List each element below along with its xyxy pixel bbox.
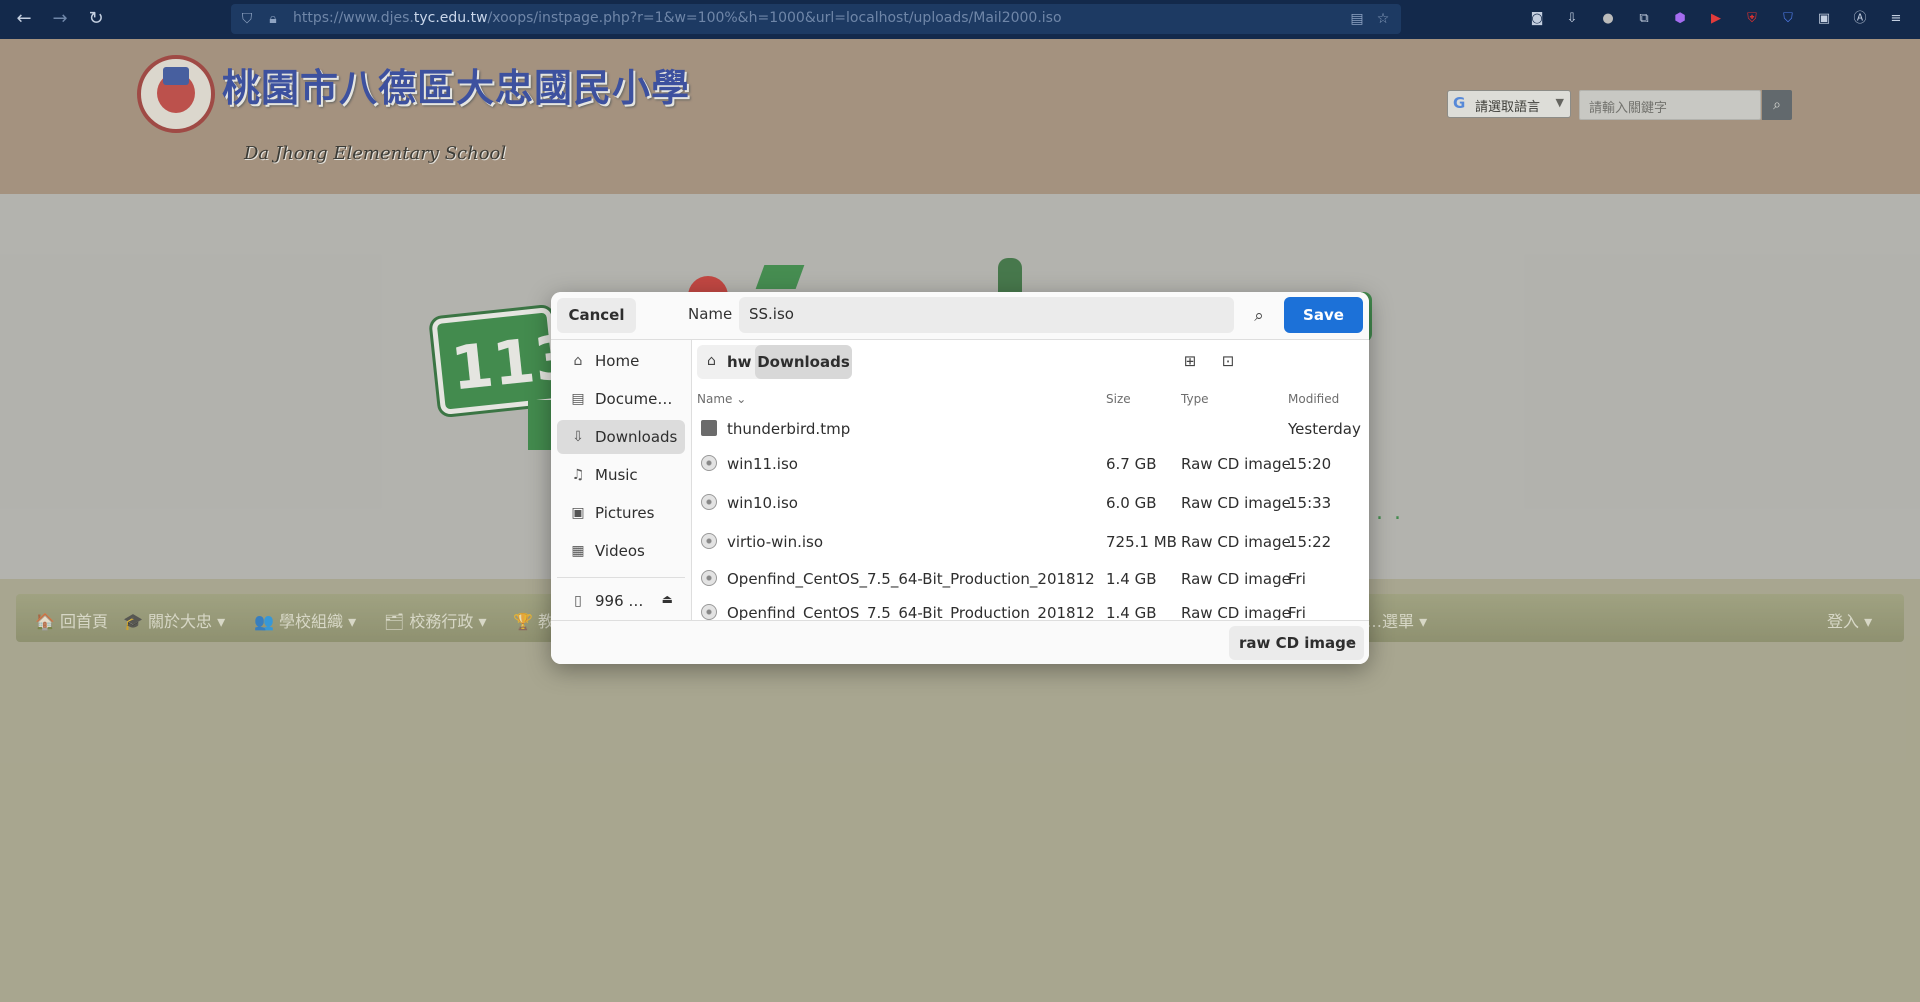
search-icon[interactable]: ⌕ bbox=[1247, 304, 1271, 328]
breadcrumb-home-label: hw bbox=[727, 353, 752, 371]
eject-icon[interactable]: ⏏ bbox=[662, 592, 673, 606]
extension-translate-icon[interactable]: Ⓐ bbox=[1849, 8, 1871, 30]
cancel-button[interactable]: Cancel bbox=[557, 298, 636, 333]
dialog-header: Cancel Name SS.iso ⌕ Save bbox=[551, 292, 1369, 340]
file-type-filter-select[interactable]: raw CD image ⌄ bbox=[1229, 626, 1364, 660]
file-row[interactable]: thunderbird.tmp Yesterday bbox=[692, 413, 1369, 445]
grid-view-icon[interactable]: ⊞ bbox=[1178, 349, 1202, 373]
breadcrumb: ⌂ hw Downloads bbox=[697, 345, 852, 379]
file-size: 1.4 GB bbox=[1106, 570, 1157, 588]
file-modified: Yesterday bbox=[1288, 420, 1361, 438]
reader-view-icon[interactable]: ▤ bbox=[1347, 8, 1367, 30]
file-type: Raw CD image bbox=[1181, 570, 1291, 588]
column-header-modified[interactable]: Modified bbox=[1288, 392, 1339, 406]
downloads-icon[interactable]: ⇩ bbox=[1561, 8, 1583, 30]
file-row[interactable]: win11.iso 6.7 GB Raw CD image 15:20 bbox=[692, 448, 1369, 480]
pocket-icon[interactable]: ◙ bbox=[1526, 8, 1548, 30]
extensions-icon[interactable]: ⧉ bbox=[1633, 8, 1655, 30]
sidebar-item-drive[interactable]: ▯ 996 … ⏏ bbox=[557, 584, 685, 618]
sidebar-item-downloads[interactable]: ⇩ Downloads bbox=[557, 420, 685, 454]
disc-image-icon bbox=[701, 533, 717, 549]
sidebar-divider bbox=[557, 577, 685, 578]
ublock-icon[interactable]: ⛨ bbox=[1741, 8, 1763, 30]
drive-icon: ▯ bbox=[574, 593, 582, 609]
pictures-icon: ▣ bbox=[571, 505, 585, 521]
disc-image-icon bbox=[701, 455, 717, 471]
sidebar-item-videos[interactable]: ▦ Videos bbox=[557, 534, 685, 568]
file-name: thunderbird.tmp bbox=[727, 420, 851, 438]
chevron-down-icon: ⌄ bbox=[1343, 633, 1354, 647]
file-modified: 15:22 bbox=[1288, 533, 1332, 551]
sidebar-item-label: Music bbox=[595, 466, 638, 484]
file-name: virtio-win.iso bbox=[727, 533, 823, 551]
lock-icon[interactable]: 🔒︎ bbox=[263, 8, 283, 30]
shield-icon[interactable]: ⛉ bbox=[237, 8, 257, 30]
save-button[interactable]: Save bbox=[1284, 297, 1363, 333]
home-icon: ⌂ bbox=[707, 353, 716, 369]
file-name: win10.iso bbox=[727, 494, 798, 512]
folder-icon bbox=[701, 420, 717, 436]
file-type: Raw CD image bbox=[1181, 455, 1291, 473]
file-size: 6.0 GB bbox=[1106, 494, 1157, 512]
dialog-footer: raw CD image ⌄ bbox=[551, 620, 1369, 664]
disc-image-icon bbox=[701, 604, 717, 620]
sidebar-item-label: Home bbox=[595, 352, 640, 370]
extension-hex-icon[interactable]: ⬢ bbox=[1669, 8, 1691, 30]
forward-icon[interactable]: → bbox=[48, 7, 72, 31]
bitwarden-icon[interactable]: ⛉ bbox=[1777, 8, 1799, 30]
download-icon: ⇩ bbox=[572, 429, 584, 445]
file-type-filter-label: raw CD image bbox=[1239, 634, 1357, 652]
file-row[interactable]: Openfind_CentOS_7.5_64-Bit_Production_20… bbox=[692, 563, 1369, 595]
bookmark-star-icon[interactable]: ☆ bbox=[1373, 8, 1393, 30]
file-modified: Fri bbox=[1288, 570, 1306, 588]
extension-square-icon[interactable]: ▣ bbox=[1813, 8, 1835, 30]
file-name-input[interactable]: SS.iso bbox=[739, 297, 1234, 333]
sidebar-item-label: Videos bbox=[595, 542, 645, 560]
sidebar-item-music[interactable]: ♫ Music bbox=[557, 458, 685, 492]
url-text[interactable]: https://www.djes.tyc.edu.tw/xoops/instpa… bbox=[293, 10, 1062, 26]
sort-chevron-icon: ⌄ bbox=[736, 392, 747, 406]
file-name: win11.iso bbox=[727, 455, 798, 473]
file-modified: 15:33 bbox=[1288, 494, 1332, 512]
disc-image-icon bbox=[701, 570, 717, 586]
home-icon: ⌂ bbox=[573, 353, 583, 369]
file-name: Openfind_CentOS_7.5_64-Bit_Production_20… bbox=[727, 570, 1095, 588]
file-type: Raw CD image bbox=[1181, 494, 1291, 512]
reload-icon[interactable]: ↻ bbox=[84, 7, 108, 31]
column-header-type[interactable]: Type bbox=[1181, 392, 1209, 406]
sidebar-item-home[interactable]: ⌂ Home bbox=[557, 344, 685, 378]
url-bar[interactable]: ⛉ 🔒︎ https://www.djes.tyc.edu.tw/xoops/i… bbox=[231, 4, 1401, 34]
disc-image-icon bbox=[701, 494, 717, 510]
sidebar-item-documents[interactable]: ▤ Docume… bbox=[557, 382, 685, 416]
document-icon: ▤ bbox=[571, 391, 585, 407]
file-size: 6.7 GB bbox=[1106, 455, 1157, 473]
file-type: Raw CD image bbox=[1181, 533, 1291, 551]
sidebar-item-label: Pictures bbox=[595, 504, 655, 522]
sidebar-item-label: Docume… bbox=[595, 390, 673, 408]
new-folder-icon[interactable]: ⊡ bbox=[1216, 349, 1240, 373]
name-label: Name bbox=[688, 305, 733, 323]
file-modified: 15:20 bbox=[1288, 455, 1332, 473]
videos-icon: ▦ bbox=[571, 543, 585, 559]
back-icon[interactable]: ← bbox=[12, 7, 36, 31]
sidebar-item-label: Downloads bbox=[595, 428, 678, 446]
file-browser: ⌂ hw Downloads ⊞ ⊡ Name ⌄ Size Type Modi… bbox=[692, 340, 1369, 622]
menu-icon[interactable]: ≡ bbox=[1885, 8, 1907, 30]
youtube-extension-icon[interactable]: ▶ bbox=[1705, 8, 1727, 30]
file-row[interactable]: win10.iso 6.0 GB Raw CD image 15:33 bbox=[692, 487, 1369, 519]
sidebar-item-label: 996 … bbox=[595, 592, 644, 610]
breadcrumb-home[interactable]: ⌂ hw bbox=[697, 345, 754, 379]
file-row[interactable]: virtio-win.iso 725.1 MB Raw CD image 15:… bbox=[692, 526, 1369, 558]
music-icon: ♫ bbox=[571, 467, 585, 483]
browser-toolbar: ← → ↻ ⛉ 🔒︎ https://www.djes.tyc.edu.tw/x… bbox=[0, 0, 1920, 39]
save-file-dialog: Cancel Name SS.iso ⌕ Save ⌂ Home ▤ Docum… bbox=[551, 292, 1369, 664]
sidebar-item-pictures[interactable]: ▣ Pictures bbox=[557, 496, 685, 530]
column-header-size[interactable]: Size bbox=[1106, 392, 1131, 406]
breadcrumb-current[interactable]: Downloads bbox=[755, 345, 852, 379]
file-size: 725.1 MB bbox=[1106, 533, 1177, 551]
column-header-name[interactable]: Name ⌄ bbox=[697, 392, 746, 406]
places-sidebar: ⌂ Home ▤ Docume… ⇩ Downloads ♫ Music ▣ P… bbox=[551, 340, 692, 620]
profile-icon[interactable]: ● bbox=[1597, 8, 1619, 30]
